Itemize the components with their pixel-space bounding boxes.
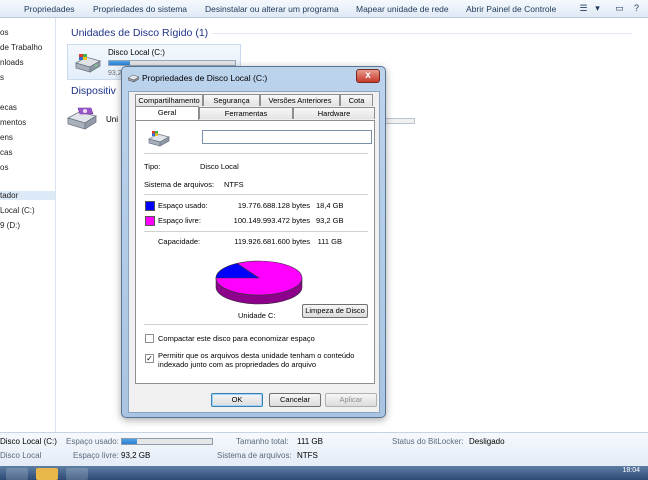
capacity-bytes: 119.926.681.600 bytes	[234, 237, 310, 246]
status-fs-value: NTFS	[297, 451, 318, 460]
nav-item-videos[interactable]: os	[0, 163, 8, 172]
nav-item-images[interactable]: ens	[0, 133, 13, 142]
map-network-drive-command[interactable]: Mapear unidade de rede	[356, 4, 449, 14]
nav-item-dvd-drive[interactable]: 9 (D:)	[0, 221, 20, 230]
status-fs-label: Sistema de arquivos:	[217, 451, 292, 460]
navigation-pane: os de Trabalho nloads s ecas mentos ens …	[0, 18, 56, 432]
taskbar: 18:04	[0, 466, 648, 480]
compress-checkbox[interactable]	[145, 334, 154, 343]
cancel-button[interactable]: Cancelar	[269, 393, 321, 407]
used-space-swatch	[145, 201, 155, 211]
clock[interactable]: 18:04	[622, 467, 640, 474]
tab-tools[interactable]: Ferramentas	[199, 107, 293, 119]
nav-item-favorites[interactable]: os	[0, 28, 8, 37]
status-drive-type: Disco Local	[0, 451, 42, 460]
status-bitlocker-label: Status do BitLocker:	[392, 437, 464, 446]
dvd-drive-label[interactable]: Uni	[106, 115, 118, 124]
tab-hardware[interactable]: Hardware	[293, 107, 375, 119]
used-space-gb: 18,4 GB	[316, 201, 344, 210]
ok-button[interactable]: OK	[211, 393, 263, 407]
view-options-icon[interactable]: ☰	[578, 3, 589, 14]
filesystem-label: Sistema de arquivos:	[144, 180, 215, 189]
drive-icon	[128, 74, 139, 83]
chevron-down-icon[interactable]: ▾	[592, 3, 603, 14]
index-label-line2[interactable]: indexado junto com as propriedades do ar…	[158, 360, 316, 369]
dvd-drive-icon[interactable]	[67, 106, 97, 132]
free-space-swatch	[145, 216, 155, 226]
nav-item-recent[interactable]: s	[0, 73, 4, 82]
group-title-removable[interactable]: Dispositiv	[71, 85, 116, 97]
status-free-label: Espaço livre:	[73, 451, 119, 460]
disk-usage-pie	[215, 260, 303, 305]
used-space-bytes: 19.776.688.128 bytes	[237, 201, 310, 210]
capacity-gb: 111 GB	[317, 237, 342, 246]
hard-drive-icon	[148, 131, 170, 147]
hard-drive-icon	[75, 54, 101, 73]
compress-label[interactable]: Compactar este disco para economizar esp…	[158, 334, 315, 343]
status-bitlocker-value: Desligado	[469, 437, 505, 446]
dialog-body: Compartilhamento Segurança Versões Anter…	[128, 91, 380, 413]
drive-letter-label: Unidade C:	[238, 311, 276, 320]
tab-sharing[interactable]: Compartilhamento	[135, 94, 203, 106]
help-icon[interactable]: ?	[631, 3, 642, 14]
status-free-value: 93,2 GB	[121, 451, 151, 460]
capacity-label: Capacidade:	[158, 237, 201, 246]
drive-usage-fill	[109, 61, 130, 65]
nav-item-downloads[interactable]: nloads	[0, 58, 24, 67]
free-space-bytes: 100.149.993.472 bytes	[233, 216, 310, 225]
apply-button[interactable]: Aplicar	[325, 393, 377, 407]
free-space-label: Espaço livre:	[158, 216, 201, 225]
free-space-gb: 93,2 GB	[316, 216, 344, 225]
type-label: Tipo:	[144, 162, 161, 171]
status-total-value: 111 GB	[297, 437, 323, 446]
nav-item-documents[interactable]: mentos	[0, 118, 26, 127]
tab-security[interactable]: Segurança	[203, 94, 260, 106]
used-space-label: Espaço usado:	[158, 201, 208, 210]
separator	[144, 324, 368, 325]
separator	[144, 194, 368, 195]
explorer-taskbar-icon[interactable]	[36, 468, 58, 480]
nav-item-local-disk[interactable]: Local (C:)	[0, 206, 35, 215]
preview-pane-icon[interactable]: ▭	[614, 3, 625, 14]
dialog-title: Propriedades de Disco Local (C:)	[142, 73, 268, 83]
taskbar-app-icon[interactable]	[66, 468, 88, 480]
details-pane: Disco Local (C:) Disco Local Espaço usad…	[0, 432, 648, 466]
status-total-label: Tamanho total:	[236, 437, 289, 446]
index-label-line1[interactable]: Permitir que os arquivos desta unidade t…	[158, 351, 354, 360]
drive-label-input[interactable]	[202, 130, 372, 144]
index-checkbox[interactable]: ✓	[145, 354, 154, 363]
command-bar: Propriedades Propriedades do sistema Des…	[0, 0, 648, 18]
group-title-hard-disks[interactable]: Unidades de Disco Rígido (1)	[71, 27, 208, 39]
close-button[interactable]: x	[356, 69, 380, 83]
tab-previous-versions[interactable]: Versões Anteriores	[260, 94, 340, 106]
drive-name: Disco Local (C:)	[108, 48, 165, 57]
separator	[144, 231, 368, 232]
filesystem-value: NTFS	[224, 180, 244, 189]
start-button[interactable]	[6, 468, 28, 480]
system-properties-command[interactable]: Propriedades do sistema	[93, 4, 187, 14]
nav-item-desktop[interactable]: de Trabalho	[0, 43, 42, 52]
group-divider	[212, 33, 632, 34]
properties-command[interactable]: Propriedades	[24, 4, 75, 14]
nav-item-libraries[interactable]: ecas	[0, 103, 17, 112]
status-used-label: Espaço usado:	[66, 437, 119, 446]
disk-cleanup-button[interactable]: Limpeza de Disco	[302, 304, 368, 318]
general-tab-panel: Tipo: Disco Local Sistema de arquivos: N…	[135, 120, 375, 384]
separator	[144, 153, 368, 154]
status-usage-fill	[122, 439, 137, 444]
nav-item-computer[interactable]: tador	[0, 191, 55, 200]
uninstall-program-command[interactable]: Desinstalar ou alterar um programa	[205, 4, 339, 14]
drive-free-text: 93,2	[108, 70, 122, 77]
status-drive-name: Disco Local (C:)	[0, 437, 57, 446]
open-control-panel-command[interactable]: Abrir Painel de Controle	[466, 4, 556, 14]
nav-item-music[interactable]: cas	[0, 148, 12, 157]
tab-quota[interactable]: Cota	[340, 94, 373, 106]
status-usage-bar	[121, 438, 213, 445]
properties-dialog: Propriedades de Disco Local (C:) x Compa…	[121, 66, 386, 418]
tab-general[interactable]: Geral	[135, 106, 199, 120]
type-value: Disco Local	[200, 162, 239, 171]
